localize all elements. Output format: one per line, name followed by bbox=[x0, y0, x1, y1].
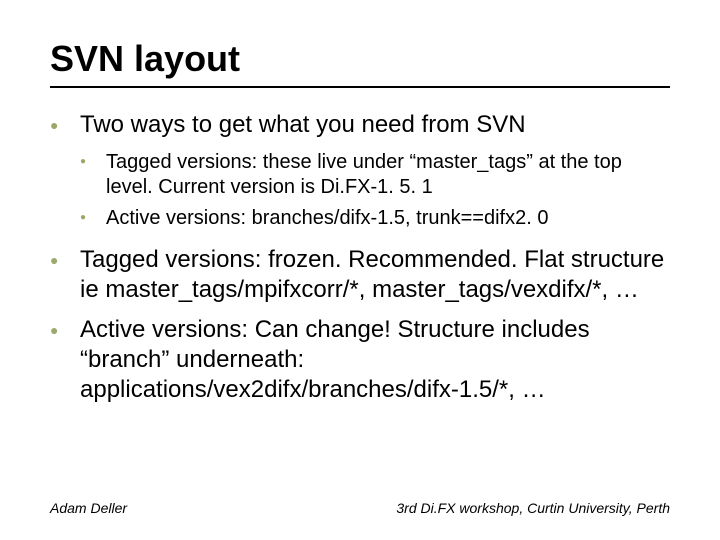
slide: SVN layout ● Two ways to get what you ne… bbox=[0, 0, 720, 540]
bullet-text: Tagged versions: these live under “maste… bbox=[106, 150, 670, 200]
slide-title: SVN layout bbox=[50, 38, 670, 80]
footer-event: 3rd Di.FX workshop, Curtin University, P… bbox=[396, 500, 670, 516]
bullet-level1: ● Tagged versions: frozen. Recommended. … bbox=[50, 245, 670, 305]
bullet-icon: ● bbox=[50, 110, 80, 140]
bullet-icon: ● bbox=[80, 206, 106, 231]
slide-content: ● Two ways to get what you need from SVN… bbox=[50, 110, 670, 405]
bullet-text: Tagged versions: frozen. Recommended. Fl… bbox=[80, 245, 670, 305]
bullet-level2: ● Tagged versions: these live under “mas… bbox=[80, 150, 670, 200]
bullet-icon: ● bbox=[50, 315, 80, 405]
bullet-level1: ● Two ways to get what you need from SVN bbox=[50, 110, 670, 140]
bullet-text: Two ways to get what you need from SVN bbox=[80, 110, 670, 140]
bullet-text: Active versions: Can change! Structure i… bbox=[80, 315, 670, 405]
sub-bullet-group: ● Tagged versions: these live under “mas… bbox=[50, 150, 670, 231]
bullet-icon: ● bbox=[50, 245, 80, 305]
slide-footer: Adam Deller 3rd Di.FX workshop, Curtin U… bbox=[50, 500, 670, 516]
title-underline bbox=[50, 86, 670, 88]
bullet-level1: ● Active versions: Can change! Structure… bbox=[50, 315, 670, 405]
bullet-icon: ● bbox=[80, 150, 106, 200]
bullet-level2: ● Active versions: branches/difx-1.5, tr… bbox=[80, 206, 670, 231]
bullet-text: Active versions: branches/difx-1.5, trun… bbox=[106, 206, 670, 231]
footer-author: Adam Deller bbox=[50, 500, 127, 516]
